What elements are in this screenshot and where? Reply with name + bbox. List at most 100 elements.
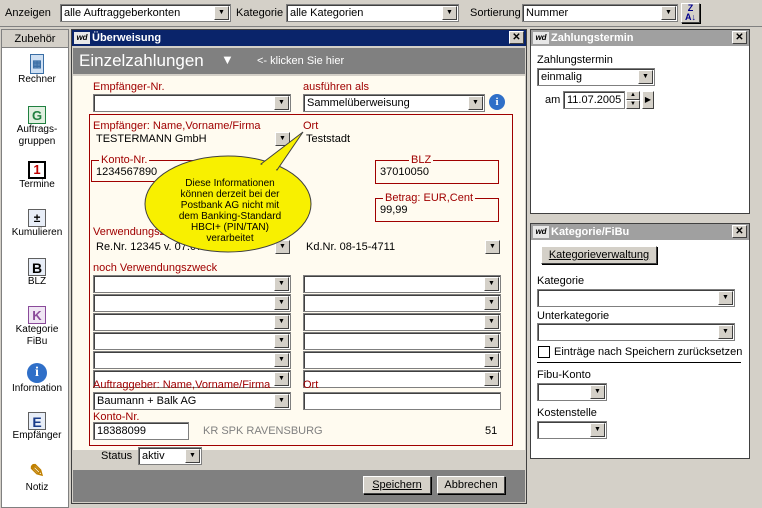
sidebar-item-label: Notiz	[25, 482, 49, 493]
verwendungszweck-row[interactable]: ▼	[303, 370, 501, 388]
sortierung-select[interactable]: Nummer ▼	[522, 4, 678, 22]
verwendungszweck-2-select[interactable]: Kd.Nr. 08-15-4711 ▼	[303, 239, 501, 257]
chevron-down-icon[interactable]: ▼	[274, 372, 289, 386]
note-icon: ✎	[29, 461, 45, 481]
verwendungszweck-row[interactable]: ▼	[303, 351, 501, 369]
kategorieverwaltung-button[interactable]: Kategorieverwaltung	[541, 246, 657, 264]
chevron-down-icon[interactable]: ▼	[221, 52, 234, 67]
verwendungszweck-row[interactable]: ▼	[303, 275, 501, 293]
status-label: Status	[101, 450, 133, 462]
sidebar-item-notiz[interactable]: ✎ Notiz	[5, 460, 69, 493]
konto2-input[interactable]: 18388099	[93, 422, 189, 440]
chevron-down-icon[interactable]: ▼	[484, 372, 499, 386]
ort-input[interactable]: Teststadt	[303, 131, 503, 149]
verwendungszweck-row[interactable]: ▼	[93, 351, 291, 369]
close-icon[interactable]: ✕	[509, 31, 524, 44]
verwendungszweck-row[interactable]: ▼	[93, 294, 291, 312]
sidebar-item-empfaenger[interactable]: E Empfänger	[5, 412, 69, 441]
sortierung-label: Sortierung	[470, 7, 521, 19]
empfaenger-nr-label: Empfänger-Nr.	[93, 81, 165, 93]
ausfuehren-select[interactable]: Sammelüberweisung ▼	[303, 94, 485, 112]
ueberweisung-titlebar[interactable]: wd Überweisung ✕	[72, 30, 526, 46]
spin-up-icon[interactable]: ▲	[626, 91, 640, 100]
close-icon[interactable]: ✕	[732, 225, 747, 238]
chevron-down-icon[interactable]: ▼	[468, 96, 483, 110]
anzeigen-select[interactable]: alle Auftraggeberkonten ▼	[60, 4, 231, 22]
chevron-down-icon[interactable]: ▼	[484, 296, 499, 310]
verwendungszweck-row[interactable]: ▼	[93, 332, 291, 350]
section-header[interactable]: Einzelzahlungen ▼ <- klicken Sie hier	[73, 48, 525, 74]
date-spinner[interactable]: ▲ ▼	[626, 91, 640, 109]
ueberweisung-window: wd Überweisung ✕ Einzelzahlungen ▼ <- kl…	[71, 29, 527, 504]
chevron-down-icon[interactable]: ▼	[274, 394, 289, 408]
cancel-button[interactable]: Abbrechen	[437, 476, 505, 494]
verwendungszweck-row[interactable]: ▼	[303, 332, 501, 350]
bank-number: 51	[485, 425, 498, 437]
save-button[interactable]: Speichern	[363, 476, 431, 494]
chevron-down-icon[interactable]: ▼	[274, 353, 289, 367]
chevron-down-icon[interactable]: ▼	[274, 277, 289, 291]
info-icon[interactable]: i	[489, 94, 505, 110]
noch-verwendungszweck-label: noch Verwendungszweck	[93, 262, 218, 274]
top-toolbar: Anzeigen alle Auftraggeberkonten ▼ Katego…	[0, 0, 762, 27]
sidebar-item-blz[interactable]: B BLZ	[5, 258, 69, 287]
chevron-down-icon[interactable]: ▼	[590, 385, 605, 399]
chevron-down-icon[interactable]: ▼	[274, 96, 289, 110]
sidebar-item-label: Information	[11, 383, 63, 394]
chevron-down-icon[interactable]: ▼	[484, 277, 499, 291]
chevron-down-icon[interactable]: ▼	[442, 6, 457, 20]
kostenstelle-label: Kostenstelle	[537, 407, 597, 419]
sidebar-item-termine[interactable]: 1 Termine	[5, 161, 69, 190]
zahlungstermin-titlebar[interactable]: wd Zahlungstermin ✕	[531, 30, 749, 46]
verwendungszweck-row[interactable]: ▼	[303, 294, 501, 312]
chevron-down-icon[interactable]: ▼	[484, 334, 499, 348]
chevron-down-icon[interactable]: ▼	[274, 334, 289, 348]
chevron-down-icon[interactable]: ▼	[661, 6, 676, 20]
sort-az-icon[interactable]: Z A↓	[681, 3, 700, 23]
betrag-input[interactable]: 99,99	[377, 202, 497, 220]
chevron-down-icon[interactable]: ▼	[274, 296, 289, 310]
chevron-down-icon[interactable]: ▼	[484, 353, 499, 367]
chevron-down-icon[interactable]: ▼	[214, 6, 229, 20]
chevron-down-icon[interactable]: ▼	[718, 291, 733, 305]
sidebar-item-label: Termine	[19, 179, 55, 190]
reset-checkbox[interactable]	[538, 346, 550, 358]
verwendungszweck-row[interactable]: ▼	[303, 313, 501, 331]
status-select[interactable]: aktiv ▼	[138, 447, 202, 465]
auftraggeber-select[interactable]: Baumann + Balk AG ▼	[93, 392, 291, 410]
recipient-icon: E	[28, 412, 46, 430]
kostenstelle-select[interactable]: ▼	[537, 421, 607, 439]
ort2-input[interactable]	[303, 392, 501, 410]
zahlungstermin-select[interactable]: einmalig ▼	[537, 68, 655, 86]
blz-input[interactable]: 37010050	[377, 164, 497, 182]
zahlungstermin-label: Zahlungstermin	[537, 54, 613, 66]
verwendungszweck-row[interactable]: ▼	[93, 313, 291, 331]
close-icon[interactable]: ✕	[732, 31, 747, 44]
chevron-down-icon[interactable]: ▼	[590, 423, 605, 437]
chevron-down-icon[interactable]: ▼	[274, 315, 289, 329]
kategorie-fibu-titlebar[interactable]: wd Kategorie/FiBu ✕	[531, 224, 749, 240]
sidebar-item-kumulieren[interactable]: ± Kumulieren	[5, 209, 69, 238]
sidebar-item-information[interactable]: i Information	[5, 363, 69, 394]
spin-down-icon[interactable]: ▼	[626, 100, 640, 109]
bank-code-icon: B	[28, 258, 46, 276]
chevron-down-icon[interactable]: ▼	[718, 325, 733, 339]
chevron-down-icon[interactable]: ▼	[638, 70, 653, 84]
chevron-down-icon[interactable]: ▼	[485, 240, 500, 254]
sidebar-item-label: Empfänger	[12, 430, 62, 441]
calculator-icon: ▦	[30, 54, 44, 74]
verwendungszweck-row[interactable]: ▼	[93, 275, 291, 293]
kategorie-filter-select[interactable]: alle Kategorien ▼	[286, 4, 459, 22]
chevron-down-icon[interactable]: ▼	[185, 449, 200, 463]
fibu-konto-select[interactable]: ▼	[537, 383, 607, 401]
sidebar-item-kategorie-fibu[interactable]: K Kategorie FiBu	[5, 306, 69, 348]
sidebar-item-rechner[interactable]: ▦ Rechner	[5, 54, 69, 85]
fibu-kategorie-select[interactable]: ▼	[537, 289, 735, 307]
date-input[interactable]: 11.07.2005	[563, 91, 625, 109]
chevron-down-icon[interactable]: ▼	[484, 315, 499, 329]
sidebar-item-label: Auftrags- gruppen	[16, 124, 58, 147]
unterkategorie-select[interactable]: ▼	[537, 323, 735, 341]
play-arrow-icon[interactable]: ▶	[642, 91, 654, 109]
empfaenger-nr-select[interactable]: ▼	[93, 94, 291, 112]
sidebar-item-auftragsgruppen[interactable]: G Auftrags- gruppen	[5, 106, 69, 148]
